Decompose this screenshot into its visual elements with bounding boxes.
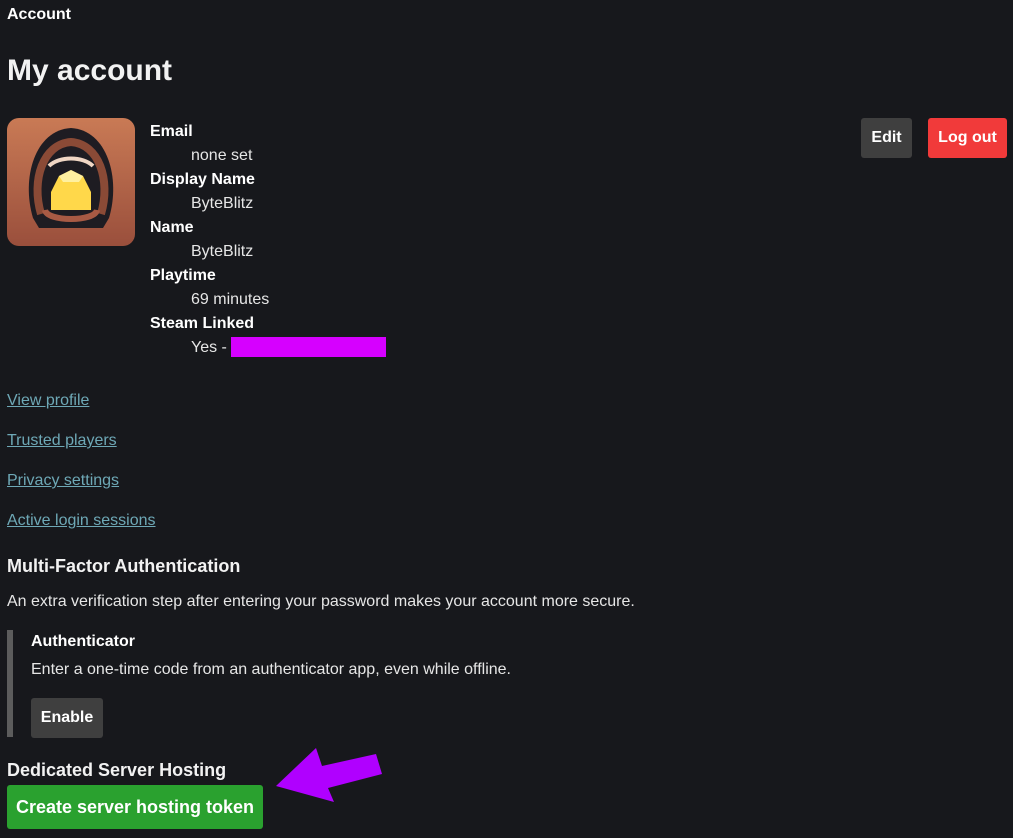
mfa-heading: Multi-Factor Authentication xyxy=(7,556,241,576)
view-profile-link[interactable]: View profile xyxy=(7,392,89,410)
steam-linked-value: Yes - xyxy=(191,339,227,356)
authenticator-description: Enter a one-time code from an authentica… xyxy=(31,661,511,678)
server-hosting-heading: Dedicated Server Hosting xyxy=(7,760,227,780)
breadcrumb: Account xyxy=(7,6,71,23)
playtime-label: Playtime xyxy=(150,267,216,284)
name-value: ByteBlitz xyxy=(191,243,254,260)
authenticator-title: Authenticator xyxy=(31,633,135,650)
name-label: Name xyxy=(150,219,194,236)
steam-linked-label: Steam Linked xyxy=(150,315,255,332)
email-label: Email xyxy=(150,123,193,140)
redacted-block xyxy=(230,336,386,357)
trusted-players-link[interactable]: Trusted players xyxy=(7,432,117,450)
edit-button[interactable]: Edit xyxy=(861,118,912,158)
display-name-value: ByteBlitz xyxy=(191,195,254,212)
page-title: My account xyxy=(7,54,173,87)
active-login-sessions-link[interactable]: Active login sessions xyxy=(7,512,156,530)
privacy-settings-link[interactable]: Privacy settings xyxy=(7,472,119,490)
avatar xyxy=(7,118,135,246)
account-details: Email none set Display Name ByteBlitz Na… xyxy=(150,120,386,360)
mfa-description: An extra verification step after enterin… xyxy=(7,593,635,610)
annotation-arrow-icon xyxy=(276,748,382,802)
enable-authenticator-button[interactable]: Enable xyxy=(31,698,103,738)
steam-linked-row: Yes - xyxy=(191,336,386,360)
email-value: none set xyxy=(191,147,253,164)
logout-button[interactable]: Log out xyxy=(928,118,1007,158)
display-name-label: Display Name xyxy=(150,171,255,188)
playtime-value: 69 minutes xyxy=(191,291,270,308)
create-server-hosting-token-button[interactable]: Create server hosting token xyxy=(7,785,263,829)
